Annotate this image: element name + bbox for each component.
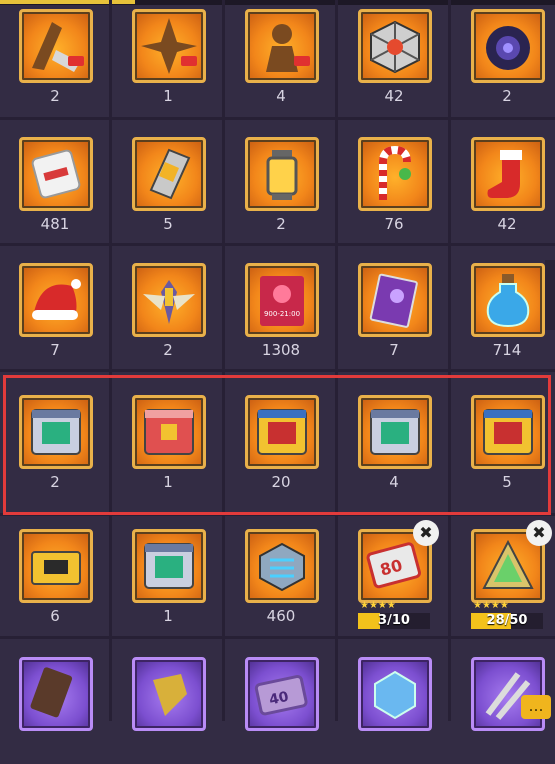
item-count: 2 bbox=[502, 87, 512, 105]
tech-module-icon bbox=[245, 529, 319, 603]
ticket-text: 900-21:00 bbox=[264, 310, 300, 318]
data-chip-icon bbox=[132, 137, 206, 211]
selection-highlight bbox=[3, 375, 551, 515]
item-count: 7 bbox=[50, 341, 60, 359]
inventory-item[interactable]: 42 bbox=[452, 120, 555, 244]
inventory-item[interactable]: 5 bbox=[113, 120, 223, 244]
inventory-item[interactable]: 481 bbox=[0, 120, 110, 244]
santa-hat-icon bbox=[19, 263, 93, 337]
item-count: 4 bbox=[276, 87, 286, 105]
item-count: 714 bbox=[492, 341, 522, 359]
skill-scroll-icon bbox=[132, 9, 206, 83]
silver-supply-box-icon bbox=[132, 529, 206, 603]
inventory-item[interactable] bbox=[339, 640, 449, 764]
inventory-item[interactable]: 80 ✖ ★★★★ 3/10 bbox=[339, 512, 449, 636]
inventory-item[interactable] bbox=[0, 640, 110, 764]
purple-device-icon bbox=[19, 657, 93, 731]
christmas-stocking-icon bbox=[471, 137, 545, 211]
crossed-swords-badge: ✖ bbox=[413, 520, 439, 546]
inventory-item[interactable]: 1 bbox=[113, 512, 223, 636]
item-count: 5 bbox=[163, 215, 173, 233]
item-count: 2 bbox=[50, 87, 60, 105]
side-edge bbox=[545, 260, 555, 330]
inventory-item[interactable]: 4 bbox=[226, 0, 336, 116]
crossed-swords-badge: ✖ bbox=[526, 520, 552, 546]
dark-core-icon bbox=[471, 9, 545, 83]
inventory-item[interactable] bbox=[113, 640, 223, 764]
inventory-item[interactable]: 2 bbox=[113, 246, 223, 370]
inventory-item[interactable]: 6 bbox=[0, 512, 110, 636]
inventory-item[interactable]: 7 bbox=[0, 246, 110, 370]
purple-manual-icon bbox=[358, 263, 432, 337]
candy-cane-icon bbox=[358, 137, 432, 211]
red-ticket-icon: 900-21:00 bbox=[245, 263, 319, 337]
item-count: 7 bbox=[389, 341, 399, 359]
item-count: 460 bbox=[266, 607, 296, 625]
coupon-40-icon: 40 bbox=[245, 657, 319, 731]
item-count: 6 bbox=[50, 607, 60, 625]
potion-bottle-icon bbox=[471, 263, 545, 337]
inventory-item[interactable]: 7 bbox=[339, 246, 449, 370]
inventory-item[interactable]: 76 bbox=[339, 120, 449, 244]
ticket-card-icon bbox=[19, 137, 93, 211]
skill-scroll-icon bbox=[19, 9, 93, 83]
item-count: 1308 bbox=[261, 341, 301, 359]
inventory-item[interactable]: 460 bbox=[226, 512, 336, 636]
fragment-progress: 28/50 bbox=[471, 613, 543, 629]
item-count: 2 bbox=[163, 341, 173, 359]
inventory-item[interactable]: 42 bbox=[339, 0, 449, 116]
item-count: 42 bbox=[497, 215, 517, 233]
progress-text: 3/10 bbox=[378, 613, 410, 628]
inventory-item[interactable]: 1 bbox=[113, 0, 223, 116]
fragment-progress: 3/10 bbox=[358, 613, 430, 629]
inventory-item[interactable]: 714 bbox=[452, 246, 555, 370]
item-count: 1 bbox=[163, 607, 173, 625]
inventory-item[interactable]: 40 bbox=[226, 640, 336, 764]
item-count: 1 bbox=[163, 87, 173, 105]
item-count: 42 bbox=[384, 87, 404, 105]
scissors-blade-icon bbox=[471, 657, 545, 731]
inventory-item[interactable]: 900-21:00 1308 bbox=[226, 246, 336, 370]
winged-emblem-icon bbox=[132, 263, 206, 337]
star-rating: ★★★★ bbox=[360, 600, 396, 611]
item-count: 76 bbox=[384, 215, 404, 233]
skill-scroll-icon bbox=[245, 9, 319, 83]
golden-rune-icon bbox=[132, 657, 206, 731]
item-count: 2 bbox=[276, 215, 286, 233]
item-count: 481 bbox=[40, 215, 70, 233]
cube-icon bbox=[358, 9, 432, 83]
lantern-icon bbox=[245, 137, 319, 211]
crystal-cube-icon bbox=[358, 657, 432, 731]
progress-text: 28/50 bbox=[486, 613, 528, 628]
star-rating: ★★★★ bbox=[473, 600, 509, 611]
inventory-item[interactable]: 2 bbox=[0, 0, 110, 116]
chat-button[interactable]: … bbox=[521, 695, 551, 719]
inventory-item[interactable]: ✖ ★★★★ 28/50 bbox=[452, 512, 555, 636]
gold-chest-icon bbox=[19, 529, 93, 603]
grid-divider bbox=[0, 636, 555, 639]
inventory-item[interactable]: 2 bbox=[452, 0, 555, 116]
inventory-item[interactable]: 2 bbox=[226, 120, 336, 244]
